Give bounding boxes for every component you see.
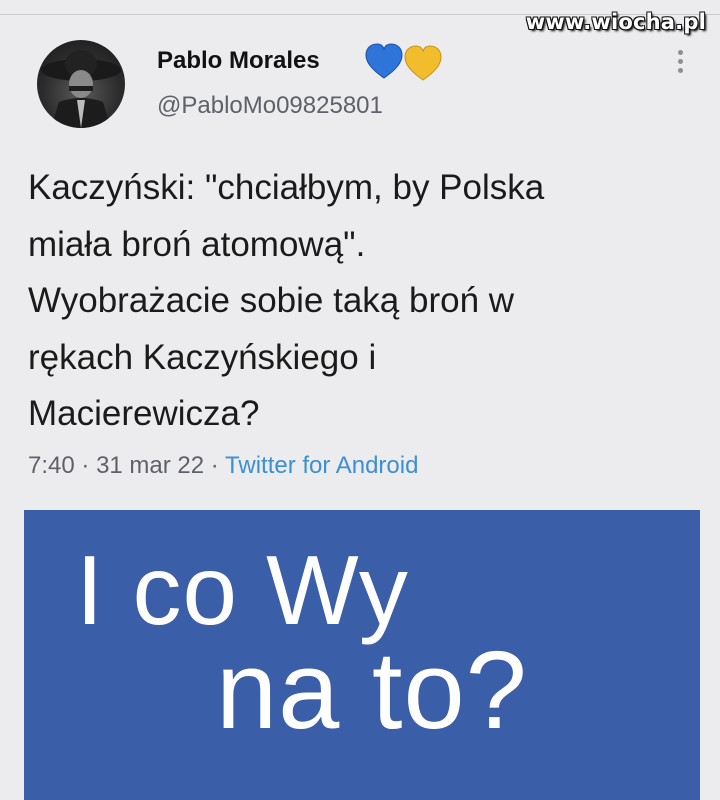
tweet-meta: 7:40 · 31 mar 22 · Twitter for Android [28,452,418,480]
tweet-text: Kaczyński: "chciałbym, by Polska miała b… [28,160,708,443]
tweet-line: Kaczyński: "chciałbym, by Polska [28,168,545,207]
tweet-line: miała broń atomową". [28,224,366,264]
banner-line-2: na to? [216,629,528,752]
avatar-photo-icon [41,50,121,128]
tweet-line: Wyobrażacie sobie taką broń w [28,281,515,320]
image-banner: I co Wy na to? [24,510,700,800]
author-name[interactable]: Pablo Morales [157,47,320,75]
more-options-icon[interactable] [672,50,688,78]
meta-separator: · [210,452,219,479]
tweet-date[interactable]: 31 mar 22 [96,452,204,479]
watermark: www.wiocha.pl [525,10,706,34]
tweet-line: rękach Kaczyńskiego i [28,337,377,377]
meta-separator: · [81,452,90,479]
yellow-heart-icon [404,45,442,81]
tweet-line: Macierewicza? [28,394,260,433]
blue-heart-icon [365,43,403,79]
tweet-time: 7:40 [28,452,75,479]
author-handle[interactable]: @PabloMo09825801 [157,92,383,120]
tweet-source-link[interactable]: Twitter for Android [225,452,418,479]
banner-line-1: I co Wy [76,535,409,645]
hearts [365,43,442,81]
avatar[interactable] [37,40,125,128]
